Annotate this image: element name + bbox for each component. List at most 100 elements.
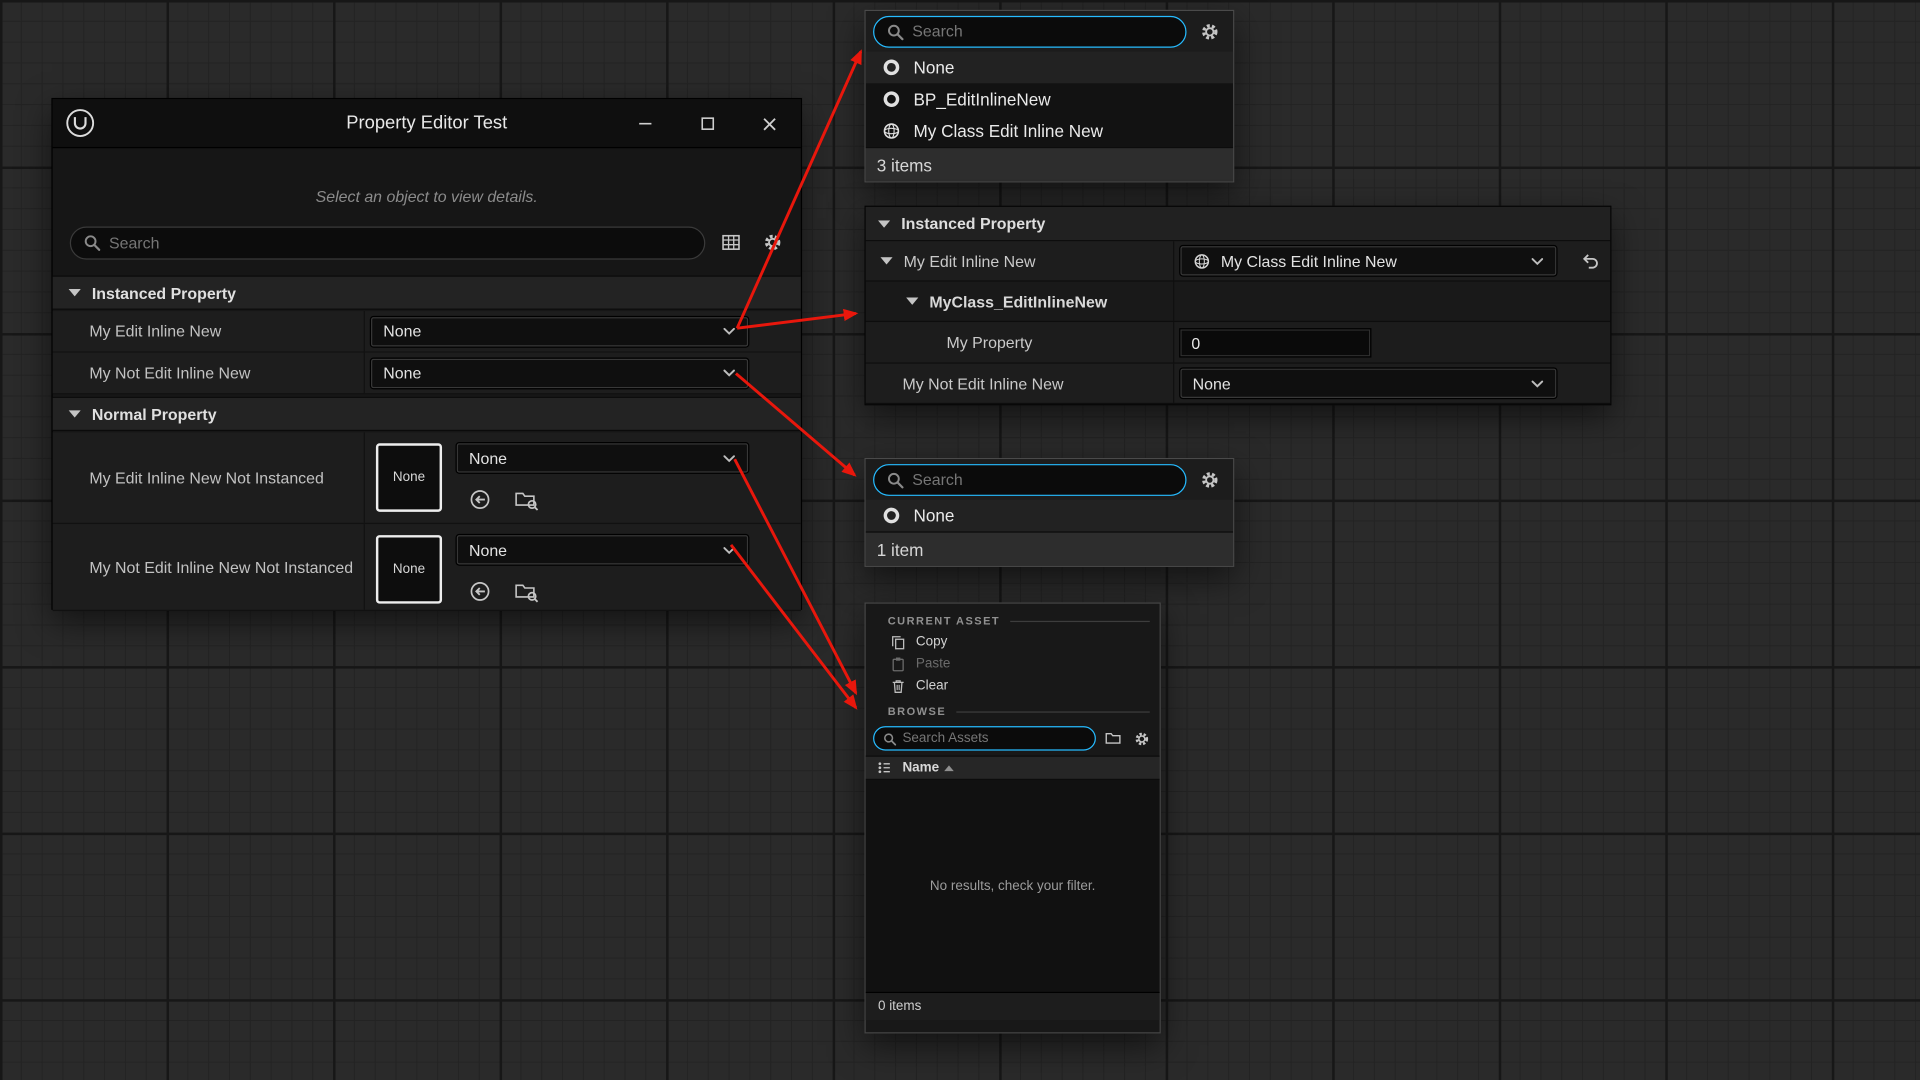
property-label: My Edit Inline New [53, 322, 371, 340]
property-label: My Edit Inline New Not Instanced [53, 468, 371, 486]
section-normal-property[interactable]: Normal Property [53, 397, 801, 431]
gear-icon [1133, 730, 1149, 746]
property-row-my-not-edit-inline-new: My Not Edit Inline New None [866, 364, 1610, 404]
menu-item-label: Clear [916, 678, 948, 693]
option-label: None [913, 58, 954, 78]
combo-value: None [469, 541, 713, 559]
blueprint-grid-background: Property Editor Test Select an object to… [0, 0, 1920, 1080]
browse-folder-icon [514, 581, 538, 602]
none-picker-dropdown: None 1 item [864, 458, 1234, 567]
property-label: My Not Edit Inline New [53, 364, 371, 382]
browse-to-asset-button[interactable] [511, 484, 543, 516]
browse-section: BROWSE [866, 702, 1160, 722]
settings-button[interactable] [757, 227, 789, 259]
settings-button[interactable] [1194, 463, 1226, 495]
maximize-button[interactable] [676, 99, 738, 148]
asset-thumbnail[interactable]: None [376, 443, 442, 512]
maximize-icon [700, 116, 715, 131]
details-hint: Select an object to view details. [53, 187, 801, 205]
copy-menu-item[interactable]: Copy [866, 631, 1160, 653]
my-edit-inline-new-combobox[interactable]: None [371, 317, 748, 346]
section-instanced-property[interactable]: Instanced Property [53, 276, 801, 310]
dropdown-search-row [866, 459, 1233, 499]
chevron-down-icon [722, 327, 735, 336]
section-instanced-property[interactable]: Instanced Property [866, 207, 1610, 241]
folder-icon [1104, 731, 1121, 746]
column-label: Name [902, 760, 939, 775]
combo-value: None [383, 322, 712, 340]
property-row-my-property: My Property [866, 322, 1610, 364]
clear-menu-item[interactable]: Clear [866, 675, 1160, 697]
use-selected-asset-button[interactable] [464, 484, 496, 516]
folder-button[interactable] [1102, 727, 1124, 749]
details-search-input[interactable] [109, 233, 692, 251]
asset-picker-menu: CURRENT ASSET Copy Paste Clear BROWSE [864, 602, 1160, 1033]
property-matrix-button[interactable] [715, 227, 747, 259]
class-search-input[interactable] [912, 470, 1173, 488]
expander-icon [69, 410, 81, 417]
current-asset-heading: CURRENT ASSET [888, 615, 1000, 627]
class-option-none[interactable]: None [866, 51, 1233, 83]
settings-button[interactable] [1194, 15, 1226, 47]
items-count: 1 item [866, 531, 1233, 565]
current-asset-section: CURRENT ASSET [866, 611, 1160, 631]
combo-value: None [383, 364, 712, 382]
my-not-edit-inline-new-combobox[interactable]: None [1180, 369, 1556, 398]
expander-icon [69, 289, 81, 296]
my-not-edit-inline-new-not-instanced-combobox[interactable]: None [457, 535, 748, 564]
instanced-property-expanded-panel: Instanced Property My Edit Inline New My… [864, 206, 1611, 406]
subobject-row-myclass-editinlinenew[interactable]: MyClass_EditInlineNew [866, 282, 1610, 322]
column-header-name[interactable]: Name [902, 760, 953, 775]
asset-list-empty: No results, check your filter. [866, 780, 1160, 993]
my-edit-inline-new-not-instanced-combobox[interactable]: None [457, 443, 748, 472]
asset-thumbnail[interactable]: None [376, 535, 442, 604]
minimize-button[interactable] [613, 99, 675, 148]
list-icon [877, 760, 892, 775]
chevron-down-icon [1531, 257, 1544, 266]
property-label: My Not Edit Inline New [902, 374, 1063, 392]
asset-search-input[interactable] [902, 731, 1086, 746]
gear-icon [1200, 21, 1220, 41]
option-label: My Class Edit Inline New [913, 121, 1103, 141]
option-label: None [913, 506, 954, 526]
reset-to-default-button[interactable] [1576, 246, 1605, 275]
chevron-down-icon [722, 454, 735, 463]
asset-search-row [866, 721, 1160, 755]
class-sphere-icon [1193, 252, 1211, 270]
option-label: BP_EditInlineNew [913, 89, 1050, 109]
section-label: Instanced Property [901, 214, 1045, 232]
section-label: Normal Property [92, 405, 217, 423]
my-edit-inline-new-combobox[interactable]: My Class Edit Inline New [1180, 246, 1556, 275]
my-property-input[interactable] [1180, 329, 1370, 356]
window-titlebar[interactable]: Property Editor Test [53, 99, 801, 148]
trash-icon [890, 678, 906, 694]
empty-message: No results, check your filter. [930, 879, 1095, 894]
property-row-my-edit-inline-new: My Edit Inline New None [53, 311, 801, 353]
property-row-my-edit-inline-new: My Edit Inline New My Class Edit Inline … [866, 241, 1610, 281]
class-search-input[interactable] [912, 22, 1173, 40]
use-selected-icon [469, 580, 491, 602]
class-option-my-class-edit-inline-new[interactable]: My Class Edit Inline New [866, 115, 1233, 147]
property-label: My Edit Inline New [904, 252, 1036, 270]
combo-value: None [1193, 374, 1521, 392]
none-ring-icon [882, 58, 902, 78]
asset-search-box [873, 726, 1096, 750]
class-option-none[interactable]: None [866, 500, 1233, 532]
class-search-box [873, 463, 1186, 495]
chevron-down-icon [1531, 379, 1544, 388]
property-row-my-edit-inline-new-not-instanced: My Edit Inline New Not Instanced None No… [53, 432, 801, 524]
browse-to-asset-button[interactable] [511, 576, 543, 608]
class-option-bp-editinlinenew[interactable]: BP_EditInlineNew [866, 83, 1233, 115]
items-count: 3 items [866, 147, 1233, 181]
close-button[interactable] [738, 99, 800, 148]
class-sphere-icon [882, 121, 902, 141]
expander-icon [880, 257, 892, 264]
property-label: My Property [947, 333, 1033, 351]
list-view-options-button[interactable] [873, 757, 895, 779]
gear-icon [763, 233, 783, 253]
settings-button[interactable] [1130, 727, 1152, 749]
undo-icon [1581, 251, 1601, 271]
my-not-edit-inline-new-combobox[interactable]: None [371, 358, 748, 387]
use-selected-asset-button[interactable] [464, 576, 496, 608]
class-picker-dropdown: None BP_EditInlineNew My Class Edit Inli… [864, 10, 1234, 183]
